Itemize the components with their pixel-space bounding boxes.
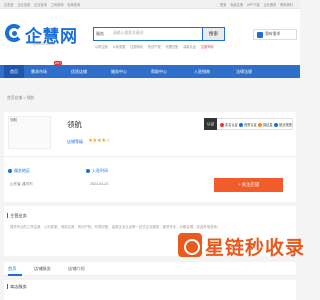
tag-license: 营业执照 [274,122,292,127]
main-business-text: 提供专业的工商注册、公司变更、商标注册、知识产权、代理记账、高新企业认证等一站式… [10,225,221,229]
nav-item-demand-market[interactable]: 需求市场 [31,69,47,75]
nav-item-quality-shops[interactable]: 优质店铺 [71,69,87,75]
shop-level-label: 店铺等级 [67,139,83,144]
hotword-link[interactable]: 高新认证 [183,45,196,49]
logo-subtext: QIHUI.COM [33,42,56,46]
shop-services-section: 本店服务 [4,280,296,300]
license-icon [274,122,278,127]
hotword-link[interactable]: 公司注册 [95,45,108,49]
enterprise-service-link[interactable]: 企业服务 [264,3,277,7]
service-area-value: 山东省-潍坊市 [10,182,33,186]
demand-icon [257,32,263,38]
tab-shop-services[interactable]: 店铺服务 [34,266,51,272]
post-demand-button[interactable]: 我有需求 [253,29,297,40]
watermark-text: 星链秒收录 [205,238,306,259]
deposit-icon [258,122,262,127]
nav-item-help-center[interactable]: 帮助中心 [151,69,167,75]
shop-tabs: 首页 店铺服务 店铺介绍 [4,262,296,276]
main-business-title: 主营业务 [7,213,27,218]
tag-deposit: 保证金 [258,122,273,127]
hot-badge: HOT [54,61,62,65]
tab-home[interactable]: 首页 [8,266,16,272]
follow-shop-button[interactable]: + 关注店铺 [214,178,283,192]
topbar-link[interactable]: 工商查询 [51,3,64,7]
topbar-link[interactable]: 企业信用 [17,3,30,7]
shop-rating-stars: ★★★★☆ [88,138,111,144]
tag-real-name: 实名认证 [220,122,238,127]
main-nav: 首页 需求市场 HOT 优质店铺 服务中心 帮助中心 入驻指南 法律法规 [0,61,300,78]
search-input[interactable]: 请输入搜索关键词 [113,31,143,36]
cert-label: 认证 [204,118,218,130]
site-logo[interactable]: 企慧网 QIHUI.COM [5,22,89,52]
post-demand-label: 我有需求 [265,32,281,36]
tag-real-name-label: 实名认证 [225,123,238,127]
calendar-icon [86,169,90,173]
nav-item-laws[interactable]: 法律法规 [236,69,252,75]
tag-qualification-label: 资质认证 [244,123,257,127]
nav-item-service-center[interactable]: 服务中心 [111,69,127,75]
search-scope-select[interactable]: 服务 [96,31,104,37]
hotword-link[interactable]: 公司变更 [113,45,126,49]
topbar-link[interactable]: 企查查 [4,3,14,7]
top-utility-bar: 企查查 企业信用 企业查询 工商查询 信用查询 登录 免费注册 APP下载 企业… [0,0,300,9]
shop-name: 领航 [67,120,82,129]
register-link[interactable]: 免费注册 [230,3,243,7]
breadcrumb[interactable]: 首页店铺 > 领航 [7,96,34,101]
topbar-link[interactable]: 企业查询 [34,3,47,7]
tag-license-label: 营业执照 [279,123,292,127]
search-button[interactable]: 搜索 [202,27,225,41]
real-name-icon [220,122,224,127]
hotword-link[interactable]: 知识产权 [148,45,161,49]
certification-badges: 认证 实名认证 资质认证 保证金 营业执照 [204,118,293,130]
join-date-label: 入驻时间 [92,168,108,173]
watermark: 星链秒收录 [178,232,304,260]
logo-dot [12,31,17,36]
search-box: 服务 请输入搜索关键词 搜索 [93,27,225,41]
tag-qualification: 资质认证 [239,122,257,127]
shop-services-title: 本店服务 [7,284,27,289]
shop-info-row [4,156,296,157]
nav-item-home[interactable]: 首页 [4,65,24,78]
hotword-link-highlight[interactable]: 注册商标 [201,45,214,49]
location-icon [8,169,12,173]
hotword-link[interactable]: 注册商标 [130,45,143,49]
tag-deposit-label: 保证金 [263,123,273,127]
service-area-label: 服务地区 [14,168,30,173]
join-date-value: 2021-04-21 [90,182,109,186]
hot-search-words: 公司注册 公司变更 注册商标 知识产权 代理记账 高新认证 注册商标 [95,44,218,49]
active-tab-indicator [8,274,22,276]
watermark-icon [178,233,202,257]
login-link[interactable]: 登录 [220,3,226,7]
topbar-link[interactable]: 信用查询 [67,3,80,7]
shop-image-alt: 领航 [10,118,18,122]
contact-link[interactable]: 联系我们 [280,3,293,7]
shop-image: 领航 [8,116,51,149]
hotword-link[interactable]: 代理记账 [166,45,179,49]
topbar-left-links: 企查查 企业信用 企业查询 工商查询 信用查询 [4,2,83,7]
shop-card: 领航 领航 店铺等级 ★★★★☆ 认证 实名认证 资质认证 保证金 营业执照 服… [4,112,296,202]
app-download-link[interactable]: APP下载 [247,3,260,7]
nav-item-join-guide[interactable]: 入驻指南 [194,69,210,75]
tab-shop-intro[interactable]: 店铺介绍 [68,266,85,272]
qualification-icon [239,122,243,127]
topbar-right-links: 登录 免费注册 APP下载 企业服务 联系我们 [220,2,296,7]
